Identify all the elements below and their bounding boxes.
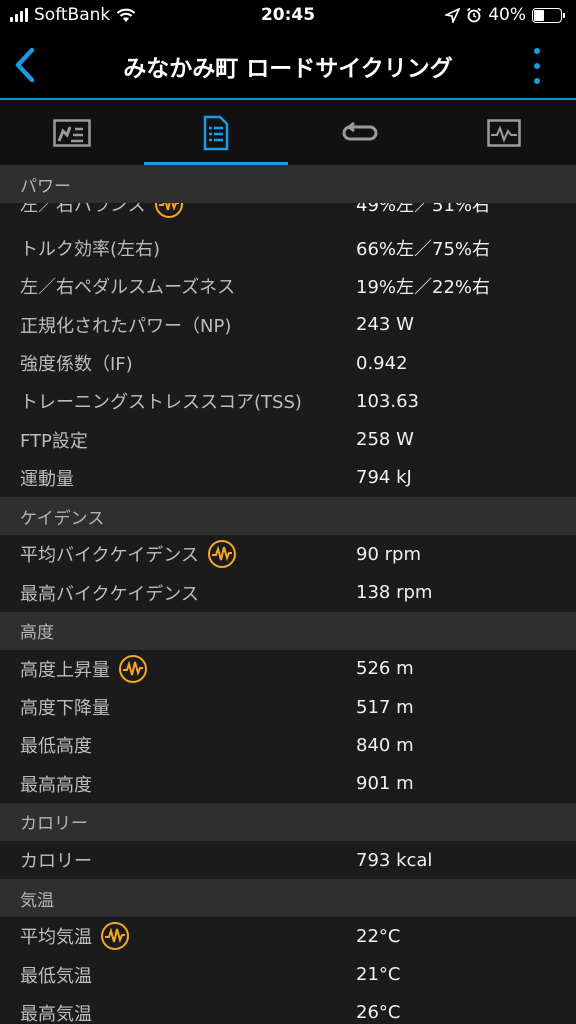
- section-header-power: パワー: [0, 165, 576, 203]
- list-item: 左／右ペダルスムーズネス 19%左／22%右: [0, 267, 576, 305]
- stat-value: 66%左／75%右: [356, 239, 491, 261]
- stat-value: 0.942: [356, 352, 408, 374]
- graph-wave-icon[interactable]: [207, 539, 237, 569]
- list-item: 高度下降量 517 m: [0, 688, 576, 726]
- list-item: 最高気温 26°C: [0, 994, 576, 1024]
- stat-value: 49%左／51%右: [356, 203, 491, 216]
- list-item: 最高高度 901 m: [0, 765, 576, 803]
- stat-value: 517 m: [356, 696, 414, 718]
- stat-label: 正規化されたパワー（NP): [20, 315, 232, 337]
- list-item: FTP設定 258 W: [0, 420, 576, 458]
- activity-graph-icon: [487, 118, 521, 147]
- stat-label: 最低気温: [20, 965, 92, 987]
- status-bar: SoftBank 20:45 40%: [0, 0, 576, 32]
- stat-value: 22°C: [356, 925, 401, 947]
- list-item: 運動量 794 kJ: [0, 459, 576, 497]
- list-item: トレーニングストレススコア(TSS) 103.63: [0, 382, 576, 420]
- list-item: 平均バイクケイデンス 90 rpm: [0, 535, 576, 573]
- battery-icon: [532, 7, 565, 23]
- stat-label: 最低高度: [20, 736, 92, 758]
- stat-label: 高度下降量: [20, 698, 110, 720]
- stat-label: 左／右バランス: [20, 203, 146, 216]
- stat-value: 258 W: [356, 429, 414, 451]
- stat-label: 最高気温: [20, 1003, 92, 1024]
- stats-list[interactable]: パワー 左／右バランス 49%左／51%右 トルク効率(左右) 66%左／75%…: [0, 165, 576, 1024]
- location-arrow-icon: [445, 7, 461, 23]
- alarm-icon: [467, 7, 482, 23]
- stat-label: 左／右ペダルスムーズネス: [20, 277, 236, 299]
- tab-overview[interactable]: [0, 100, 144, 165]
- list-item: 最低気温 21°C: [0, 955, 576, 993]
- stat-value: 901 m: [356, 773, 414, 795]
- section-header-elevation: 高度: [0, 611, 576, 650]
- stat-label: 平均バイクケイデンス: [20, 545, 199, 567]
- graph-wave-icon[interactable]: [118, 654, 148, 684]
- back-chevron-icon[interactable]: [10, 46, 44, 84]
- navigation-bar: みなかみ町 ロードサイクリング: [0, 32, 576, 98]
- stat-label: 運動量: [20, 468, 74, 490]
- tab-laps[interactable]: [288, 100, 432, 165]
- graph-wave-icon[interactable]: [100, 921, 130, 951]
- section-header-calories: カロリー: [0, 802, 576, 841]
- list-item: 左／右バランス 49%左／51%右: [0, 203, 576, 229]
- list-item: カロリー 793 kcal: [0, 841, 576, 879]
- more-options-icon[interactable]: [534, 48, 542, 84]
- stat-value: 90 rpm: [356, 543, 421, 565]
- stat-value: 840 m: [356, 734, 414, 756]
- tab-bar: [0, 100, 576, 165]
- stat-label: 最高バイクケイデンス: [20, 583, 199, 605]
- battery-percent: 40%: [488, 5, 526, 25]
- stat-value: 794 kJ: [356, 467, 412, 489]
- document-list-icon: [203, 115, 229, 150]
- stat-value: 243 W: [356, 314, 414, 336]
- stat-label: FTP設定: [20, 430, 88, 452]
- stat-label: 平均気温: [20, 927, 92, 949]
- stat-value: 19%左／22%右: [356, 277, 491, 299]
- list-item: 最低高度 840 m: [0, 726, 576, 764]
- stat-label: トルク効率(左右): [20, 239, 161, 261]
- list-item: 最高バイクケイデンス 138 rpm: [0, 573, 576, 611]
- list-item: 正規化されたパワー（NP) 243 W: [0, 306, 576, 344]
- stat-label: トレーニングストレススコア(TSS): [20, 392, 302, 414]
- stat-label: 最高高度: [20, 774, 92, 796]
- stat-label: 強度係数（IF): [20, 354, 133, 376]
- section-header-temperature: 気温: [0, 879, 576, 918]
- stat-value: 21°C: [356, 964, 401, 986]
- stat-value: 793 kcal: [356, 849, 433, 871]
- page-title: みなかみ町 ロードサイクリング: [123, 56, 453, 82]
- stat-value: 26°C: [356, 1002, 401, 1024]
- list-item: 平均気温 22°C: [0, 917, 576, 955]
- stat-label: 高度上昇量: [20, 659, 110, 681]
- stat-value: 138 rpm: [356, 582, 433, 604]
- tab-stats[interactable]: [144, 100, 288, 165]
- graph-wave-icon[interactable]: [154, 203, 184, 219]
- stat-value: 526 m: [356, 658, 414, 680]
- chart-panel-icon: [53, 118, 91, 147]
- tab-graphs[interactable]: [432, 100, 576, 165]
- stat-value: 103.63: [356, 390, 419, 412]
- repeat-laps-icon: [342, 121, 378, 140]
- stat-label: カロリー: [20, 851, 92, 872]
- section-header-cadence: ケイデンス: [0, 497, 576, 536]
- list-item: 強度係数（IF) 0.942: [0, 344, 576, 382]
- list-item: トルク効率(左右) 66%左／75%右: [0, 229, 576, 267]
- list-item: 高度上昇量 526 m: [0, 650, 576, 688]
